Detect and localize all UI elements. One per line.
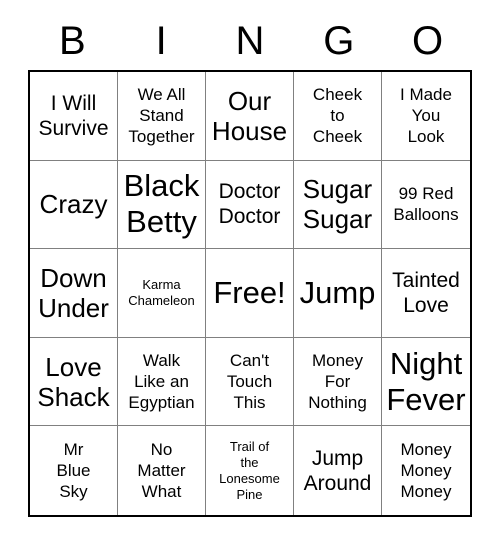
bingo-cell-label: Cheek to Cheek <box>312 85 363 147</box>
bingo-cell-label: No Matter What <box>137 440 186 502</box>
bingo-cell[interactable]: Trail of the Lonesome Pine <box>206 426 294 515</box>
header-letter-n: N <box>235 19 265 63</box>
bingo-cell-label: Mr Blue Sky <box>56 440 91 502</box>
bingo-cell-label: Free! <box>213 274 286 310</box>
bingo-cell[interactable]: Night Fever <box>382 337 470 427</box>
bingo-cell-label: Love Shack <box>37 351 110 412</box>
bingo-cell[interactable]: Sugar Sugar <box>294 160 382 250</box>
bingo-cell[interactable]: Love Shack <box>30 337 118 427</box>
bingo-cell-label: I Will Survive <box>38 91 109 140</box>
bingo-cell[interactable]: Tainted Love <box>382 249 470 338</box>
bingo-cell-label: Night Fever <box>386 345 466 417</box>
bingo-cell[interactable]: Jump <box>294 249 382 338</box>
bingo-cell[interactable]: I Made You Look <box>382 72 470 161</box>
bingo-cell-label: Sugar Sugar <box>302 174 373 235</box>
bingo-cell[interactable]: Karma Chameleon <box>118 249 206 338</box>
bingo-cell-label: Doctor Doctor <box>218 180 281 229</box>
bingo-cell[interactable]: Black Betty <box>118 160 206 250</box>
bingo-cell-label: Money Money Money <box>400 440 452 502</box>
bingo-cell-label: Trail of the Lonesome Pine <box>219 438 280 502</box>
bingo-cell[interactable]: Can't Touch This <box>206 337 294 427</box>
bingo-cell[interactable]: 99 Red Balloons <box>382 160 470 250</box>
bingo-cell[interactable]: Free! <box>206 249 294 338</box>
bingo-cell-label: Walk Like an Egyptian <box>128 351 195 413</box>
header-letter-o: O <box>412 19 444 63</box>
bingo-cell[interactable]: Our House <box>206 72 294 161</box>
bingo-cell-label: Our House <box>211 85 288 146</box>
header-letter-b: B <box>59 19 86 63</box>
bingo-grid: I Will Survive We All Stand Together Our H… <box>28 70 472 517</box>
bingo-cell[interactable]: Walk Like an Egyptian <box>118 337 206 427</box>
bingo-cell[interactable]: Crazy <box>30 160 118 250</box>
bingo-cell[interactable]: Down Under <box>30 249 118 338</box>
bingo-cell[interactable]: Cheek to Cheek <box>294 72 382 161</box>
bingo-cell[interactable]: I Will Survive <box>30 72 118 161</box>
bingo-cell-label: Can't Touch This <box>226 351 273 413</box>
header-letter-i: I <box>155 19 167 63</box>
bingo-cell[interactable]: No Matter What <box>118 426 206 515</box>
bingo-cell-label: Karma Chameleon <box>128 276 195 308</box>
bingo-cell[interactable]: Doctor Doctor <box>206 160 294 250</box>
bingo-cell[interactable]: We All Stand Together <box>118 72 206 161</box>
bingo-cell-label: Tainted Love <box>392 268 460 317</box>
bingo-cell-label: Jump Around <box>303 446 372 495</box>
bingo-header-row: B I N G O <box>28 12 472 70</box>
header-letter-g: G <box>323 19 355 63</box>
bingo-cell-label: 99 Red Balloons <box>393 184 459 225</box>
bingo-cell-label: Down Under <box>38 262 109 323</box>
bingo-card: B I N G O I Will Survive We All Stand Tog… <box>0 0 500 544</box>
bingo-cell-label: Jump <box>299 274 376 310</box>
bingo-cell[interactable]: Jump Around <box>294 426 382 515</box>
bingo-cell-label: Crazy <box>39 189 108 220</box>
bingo-cell-label: Money For Nothing <box>308 351 367 413</box>
bingo-cell-label: We All Stand Together <box>128 85 195 147</box>
bingo-cell[interactable]: Money For Nothing <box>294 337 382 427</box>
bingo-cell[interactable]: Money Money Money <box>382 426 470 515</box>
bingo-cell-label: I Made You Look <box>400 85 452 147</box>
bingo-cell[interactable]: Mr Blue Sky <box>30 426 118 515</box>
bingo-cell-label: Black Betty <box>123 168 200 240</box>
